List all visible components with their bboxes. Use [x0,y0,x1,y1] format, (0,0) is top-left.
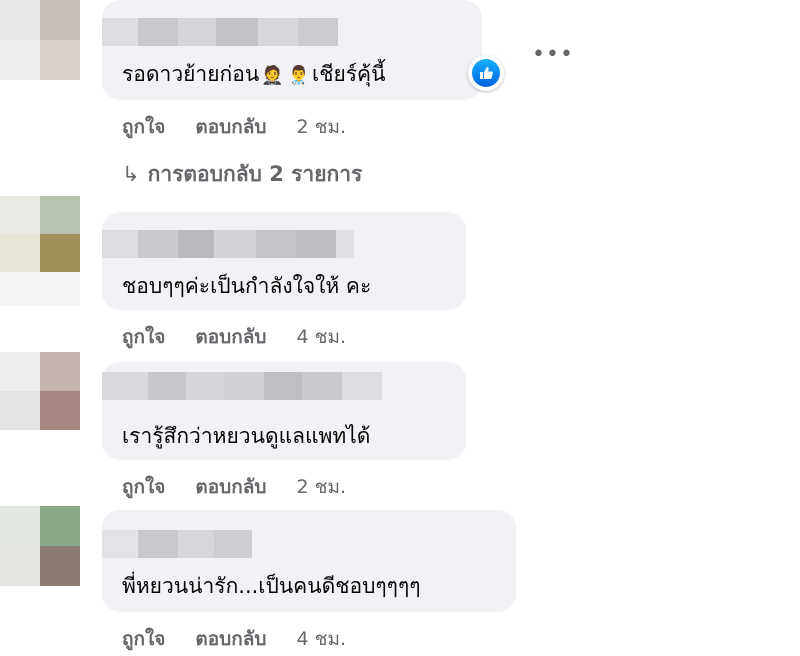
reply-button[interactable]: ตอบกลับ [195,322,266,352]
commenter-name-blurred[interactable] [102,230,354,258]
commenter-name-blurred[interactable] [102,372,382,400]
reply-button[interactable]: ตอบกลับ [195,472,266,502]
like-button[interactable]: ถูกใจ [122,112,165,142]
commenter-name-blurred[interactable] [102,18,338,46]
comment-actions: ถูกใจ ตอบกลับ 4 ชม. [122,624,376,654]
thumbs-up-icon [480,67,493,79]
view-replies-link[interactable]: ↳ การตอบกลับ 2 รายการ [122,158,362,191]
comment-bubble: รอดาวย้ายก่อน 🤵 👨‍⚕️เชียร์คุ้นี้ [102,0,482,100]
more-options-icon[interactable]: ••• [532,42,574,67]
comment-actions: ถูกใจ ตอบกลับ 2 ชม. [122,472,376,502]
comment-actions: ถูกใจ ตอบกลับ 4 ชม. [122,322,376,352]
like-button[interactable]: ถูกใจ [122,472,165,502]
comment-bubble: เรารู้สึกว่าหยวนดูแลแพทได้ [102,362,466,460]
commenter-name-blurred[interactable] [102,530,252,558]
avatar[interactable] [0,0,92,80]
health-worker-emoji: 👨‍⚕️ [287,65,311,86]
timestamp[interactable]: 2 ชม. [296,472,346,502]
avatar[interactable] [0,506,92,586]
like-reaction-badge[interactable] [468,55,504,91]
comment-bubble: พี่หยวนน่ารัก...เป็นคนดีชอบๆๆๆๆ [102,510,516,612]
comment-text: พี่หยวนน่ารัก...เป็นคนดีชอบๆๆๆๆ [122,574,421,598]
comment-text: ชอบๆๆค่ะเป็นกำลังใจให้ คะ [122,274,372,298]
comment-text: เรารู้สึกว่าหยวนดูแลแพทได้ [122,424,371,448]
avatar[interactable] [0,196,92,306]
man-in-tuxedo-emoji: 🤵 [261,65,284,86]
timestamp[interactable]: 4 ชม. [296,322,346,352]
comment-bubble: ชอบๆๆค่ะเป็นกำลังใจให้ คะ [102,212,466,310]
comment-actions: ถูกใจ ตอบกลับ 2 ชม. [122,112,376,142]
timestamp[interactable]: 4 ชม. [296,624,346,654]
reply-arrow-icon: ↳ [122,162,140,186]
comment-text: รอดาวย้ายก่อน 🤵 👨‍⚕️เชียร์คุ้นี้ [122,62,386,86]
like-button[interactable]: ถูกใจ [122,624,165,654]
timestamp[interactable]: 2 ชม. [296,112,346,142]
avatar[interactable] [0,352,92,430]
like-button[interactable]: ถูกใจ [122,322,165,352]
reply-button[interactable]: ตอบกลับ [195,112,266,142]
reply-button[interactable]: ตอบกลับ [195,624,266,654]
